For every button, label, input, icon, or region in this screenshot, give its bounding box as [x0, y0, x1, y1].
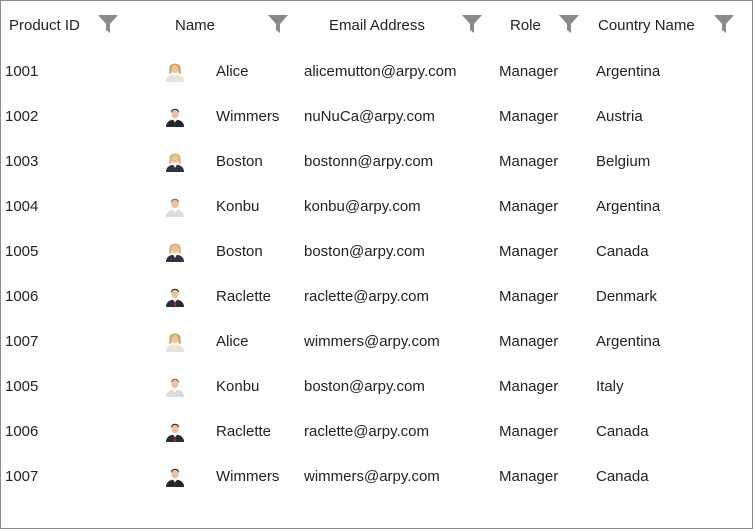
table-row[interactable]: 1007 Alice wimmers@arpy.com Manager Argentin…: [1, 319, 752, 364]
column-header-label: Role: [510, 16, 541, 34]
cell-email: boston@arpy.com: [304, 378, 425, 395]
table-row[interactable]: 1005 Konbu boston@arpy.com Manager Italy: [1, 364, 752, 409]
cell-country: Argentina: [596, 333, 661, 350]
cell-email: wimmers@arpy.com: [304, 333, 440, 350]
cell-product-id: 1007: [5, 333, 39, 350]
filter-funnel-icon[interactable]: [97, 13, 119, 35]
cell-name: Konbu: [216, 198, 260, 215]
cell-product-id: 1004: [5, 198, 39, 215]
cell-name: Boston: [216, 243, 263, 260]
cell-email: boston@arpy.com: [304, 243, 425, 260]
filter-funnel-icon[interactable]: [267, 13, 289, 35]
cell-role: Manager: [499, 108, 559, 125]
cell-email: wimmers@arpy.com: [304, 468, 440, 485]
cell-name: Alice: [216, 333, 249, 350]
cell-name: Wimmers: [216, 108, 280, 125]
column-header-product-id[interactable]: Product ID: [9, 1, 80, 49]
column-header-name[interactable]: Name: [175, 1, 215, 49]
cell-country: Canada: [596, 243, 649, 260]
cell-role: Manager: [499, 333, 559, 350]
column-header-label: Country Name: [598, 16, 695, 34]
cell-product-id: 1007: [5, 468, 39, 485]
female-business-avatar-icon: [165, 151, 185, 172]
cell-product-id: 1005: [5, 378, 39, 395]
cell-country: Austria: [596, 108, 643, 125]
cell-product-id: 1001: [5, 63, 39, 80]
cell-email: alicemutton@arpy.com: [304, 63, 457, 80]
column-header-label: Email Address: [329, 16, 425, 34]
female-blonde-avatar-icon: [165, 331, 185, 352]
column-header-label: Product ID: [9, 16, 80, 34]
table-row[interactable]: 1003 Boston bostonn@arpy.com Manager Belgium: [1, 139, 752, 184]
grid-header: Product ID Name Email Address Role Count…: [1, 1, 752, 49]
table-row[interactable]: 1002 Wimmers nuNuCa@arpy.com Manager Austria: [1, 94, 752, 139]
cell-product-id: 1003: [5, 153, 39, 170]
cell-email: raclette@arpy.com: [304, 423, 429, 440]
cell-product-id: 1006: [5, 288, 39, 305]
cell-role: Manager: [499, 423, 559, 440]
female-blonde-avatar-icon: [165, 61, 185, 82]
table-row[interactable]: 1007 Wimmers wimmers@arpy.com Manager Canada: [1, 454, 752, 499]
column-header-email[interactable]: Email Address: [329, 1, 425, 49]
male-suit-avatar-icon: [165, 106, 185, 127]
cell-email: raclette@arpy.com: [304, 288, 429, 305]
column-header-label: Name: [175, 16, 216, 34]
cell-country: Belgium: [596, 153, 651, 170]
male-light-avatar-icon: [165, 376, 185, 397]
cell-name: Alice: [216, 63, 249, 80]
table-row[interactable]: 1006 Raclette raclette@arpy.com Manager Denm…: [1, 274, 752, 319]
cell-name: Boston: [216, 153, 263, 170]
cell-role: Manager: [499, 153, 559, 170]
column-header-country[interactable]: Country Name: [598, 1, 695, 49]
filter-funnel-icon[interactable]: [558, 13, 580, 35]
cell-role: Manager: [499, 63, 559, 80]
cell-country: Argentina: [596, 198, 661, 215]
cell-country: Canada: [596, 468, 649, 485]
table-row[interactable]: 1005 Boston boston@arpy.com Manager Canada: [1, 229, 752, 274]
cell-role: Manager: [499, 288, 559, 305]
cell-name: Wimmers: [216, 468, 280, 485]
cell-country: Canada: [596, 423, 649, 440]
cell-name: Konbu: [216, 378, 260, 395]
table-row[interactable]: 1004 Konbu konbu@arpy.com Manager Argentina: [1, 184, 752, 229]
cell-email: konbu@arpy.com: [304, 198, 421, 215]
data-grid: Product ID Name Email Address Role Count…: [0, 0, 753, 529]
cell-email: bostonn@arpy.com: [304, 153, 434, 170]
column-header-role[interactable]: Role: [510, 1, 541, 49]
filter-funnel-icon[interactable]: [713, 13, 735, 35]
table-row[interactable]: 1001 Alice alicemutton@arpy.com Manager Arge…: [1, 49, 752, 94]
cell-email: nuNuCa@arpy.com: [304, 108, 435, 125]
cell-product-id: 1005: [5, 243, 39, 260]
cell-role: Manager: [499, 243, 559, 260]
cell-role: Manager: [499, 198, 559, 215]
male-suit-avatar-icon: [165, 466, 185, 487]
cell-country: Argentina: [596, 63, 661, 80]
cell-role: Manager: [499, 378, 559, 395]
cell-name: Raclette: [216, 288, 272, 305]
cell-role: Manager: [499, 468, 559, 485]
cell-name: Raclette: [216, 423, 272, 440]
male-tie-avatar-icon: [165, 286, 185, 307]
cell-country: Italy: [596, 378, 624, 395]
filter-funnel-icon[interactable]: [461, 13, 483, 35]
table-row[interactable]: 1006 Raclette raclette@arpy.com Manager Cana…: [1, 409, 752, 454]
male-tie-avatar-icon: [165, 421, 185, 442]
cell-product-id: 1002: [5, 108, 39, 125]
male-light-avatar-icon: [165, 196, 185, 217]
female-business-avatar-icon: [165, 241, 185, 262]
cell-country: Denmark: [596, 288, 657, 305]
cell-product-id: 1006: [5, 423, 39, 440]
grid-body: 1001 Alice alicemutton@arpy.com Manager Arge…: [1, 49, 752, 499]
